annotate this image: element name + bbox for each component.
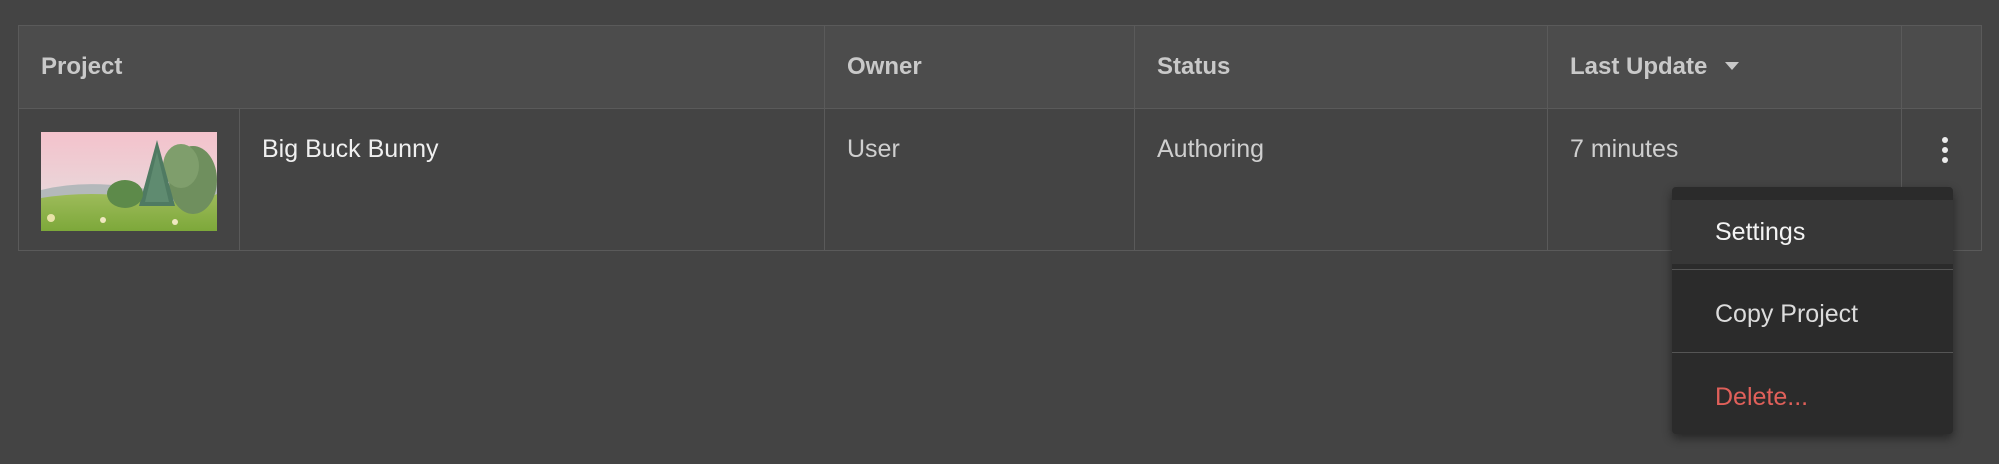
column-header-project[interactable]: Project	[19, 26, 825, 108]
project-name-cell[interactable]: Big Buck Bunny	[240, 109, 825, 251]
project-thumbnail-image	[41, 132, 217, 231]
menu-divider	[1672, 352, 1953, 353]
table-header: Project Owner Status Last Update	[19, 26, 1981, 109]
more-vertical-icon[interactable]	[1940, 137, 1950, 165]
project-name[interactable]: Big Buck Bunny	[262, 135, 439, 164]
last-update-value: 7 minutes	[1570, 135, 1679, 163]
column-header-status[interactable]: Status	[1135, 26, 1548, 108]
column-header-label: Owner	[847, 53, 922, 80]
column-header-last-update[interactable]: Last Update	[1548, 26, 1902, 108]
project-thumbnail[interactable]	[41, 132, 217, 231]
column-header-actions	[1902, 26, 1983, 108]
menu-divider	[1672, 269, 1953, 270]
menu-item-copy-project[interactable]: Copy Project	[1672, 282, 1953, 346]
column-header-label: Last Update	[1570, 53, 1708, 80]
menu-item-delete[interactable]: Delete...	[1672, 365, 1953, 429]
thumbnail-cell	[19, 109, 240, 251]
sort-descending-icon[interactable]	[1725, 61, 1740, 70]
status-value: Authoring	[1157, 135, 1265, 163]
owner-cell: User	[825, 109, 1135, 251]
status-cell: Authoring	[1135, 109, 1548, 251]
menu-item-settings[interactable]: Settings	[1672, 200, 1953, 264]
column-header-label: Status	[1157, 53, 1231, 80]
column-header-label: Project	[41, 53, 123, 80]
row-context-menu: Settings Copy Project Delete...	[1672, 187, 1953, 434]
owner-value: User	[847, 135, 900, 163]
column-header-owner[interactable]: Owner	[825, 26, 1135, 108]
